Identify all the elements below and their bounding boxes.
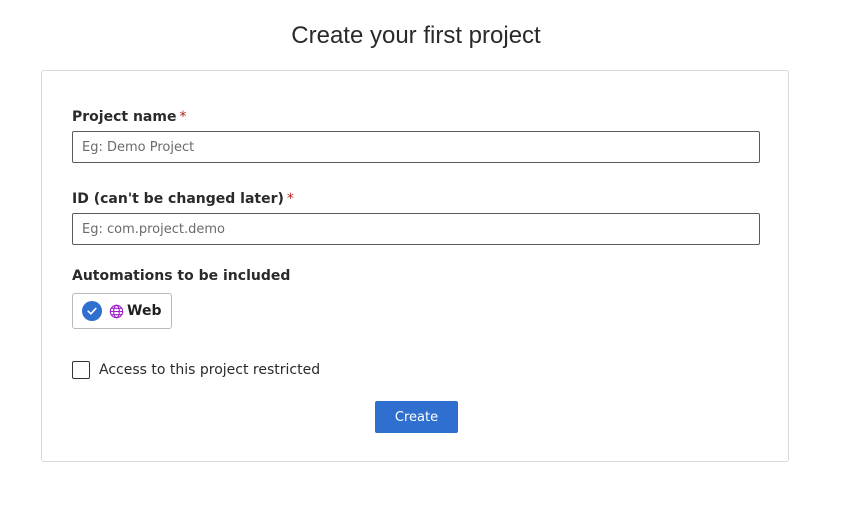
automation-option-label: Web (127, 303, 162, 319)
restricted-access-row: Access to this project restricted (72, 361, 320, 379)
globe-icon (109, 304, 124, 319)
project-id-label-text: ID (can't be changed later) (72, 191, 284, 207)
project-name-label: Project name * (72, 109, 186, 125)
checkmark-circle-icon (82, 301, 102, 321)
project-name-label-text: Project name (72, 109, 177, 125)
restricted-access-label[interactable]: Access to this project restricted (99, 362, 320, 378)
project-id-input[interactable] (72, 213, 760, 245)
create-button[interactable]: Create (375, 401, 458, 433)
page-title: Create your first project (291, 22, 541, 49)
automation-option-web[interactable]: Web (72, 293, 172, 329)
create-project-form: Project name* ID (can't be changed later… (41, 70, 789, 462)
project-name-input[interactable] (72, 131, 760, 163)
required-star: * (179, 109, 187, 125)
project-id-label: ID (can't be changed later) * (72, 191, 294, 207)
required-star: * (286, 191, 294, 207)
automations-label: Automations to be included (72, 268, 291, 284)
restricted-access-checkbox[interactable] (72, 361, 90, 379)
